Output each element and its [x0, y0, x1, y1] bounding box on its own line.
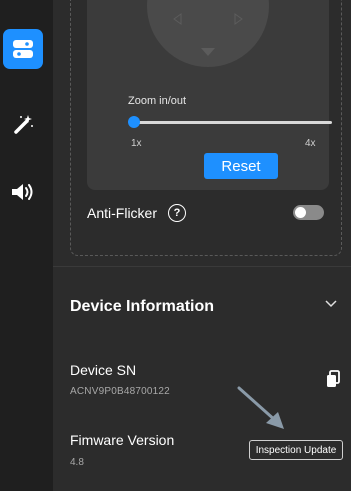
sidebar-item-effects[interactable]: [3, 104, 43, 144]
anti-flicker-toggle[interactable]: [293, 205, 324, 220]
pan-left-icon[interactable]: [172, 13, 184, 25]
section-divider: [53, 266, 351, 267]
device-sn-label: Device SN: [70, 362, 137, 378]
copy-icon[interactable]: [326, 370, 340, 388]
sidebar-item-audio[interactable]: [3, 172, 43, 212]
anti-flicker-label: Anti-Flicker: [87, 205, 158, 221]
pan-right-icon[interactable]: [232, 13, 244, 25]
main-panel: Zoom in/out 1x 4x Reset Anti-Flicker ? D…: [53, 0, 351, 491]
firmware-version-label: Fimware Version: [70, 432, 175, 448]
zoom-label: Zoom in/out: [128, 95, 187, 107]
reset-button[interactable]: Reset: [204, 153, 278, 179]
sidebar: [0, 0, 53, 491]
inspection-update-button[interactable]: Inspection Update: [249, 440, 343, 460]
firmware-version-value: 4.8: [70, 457, 84, 468]
zoom-min-label: 1x: [131, 138, 142, 149]
device-sn-value: ACNV9P0B48700122: [70, 386, 170, 397]
magic-wand-icon: [14, 115, 33, 134]
device-information-title: Device Information: [70, 298, 215, 315]
ptz-control-card: Zoom in/out 1x 4x Reset: [87, 0, 332, 190]
zoom-slider-thumb[interactable]: [128, 116, 140, 128]
speaker-icon: [12, 184, 33, 200]
help-icon[interactable]: ?: [168, 204, 186, 222]
zoom-slider[interactable]: [128, 116, 332, 128]
tilt-down-icon[interactable]: [200, 47, 216, 57]
zoom-max-label: 4x: [305, 138, 316, 149]
annotation-arrow-icon: [237, 386, 284, 429]
settings-panel-icon: [13, 40, 33, 58]
toggle-knob: [295, 207, 306, 218]
chevron-down-icon[interactable]: [325, 298, 337, 308]
ptz-joystick[interactable]: [147, 0, 269, 67]
sidebar-item-settings[interactable]: [3, 29, 43, 69]
